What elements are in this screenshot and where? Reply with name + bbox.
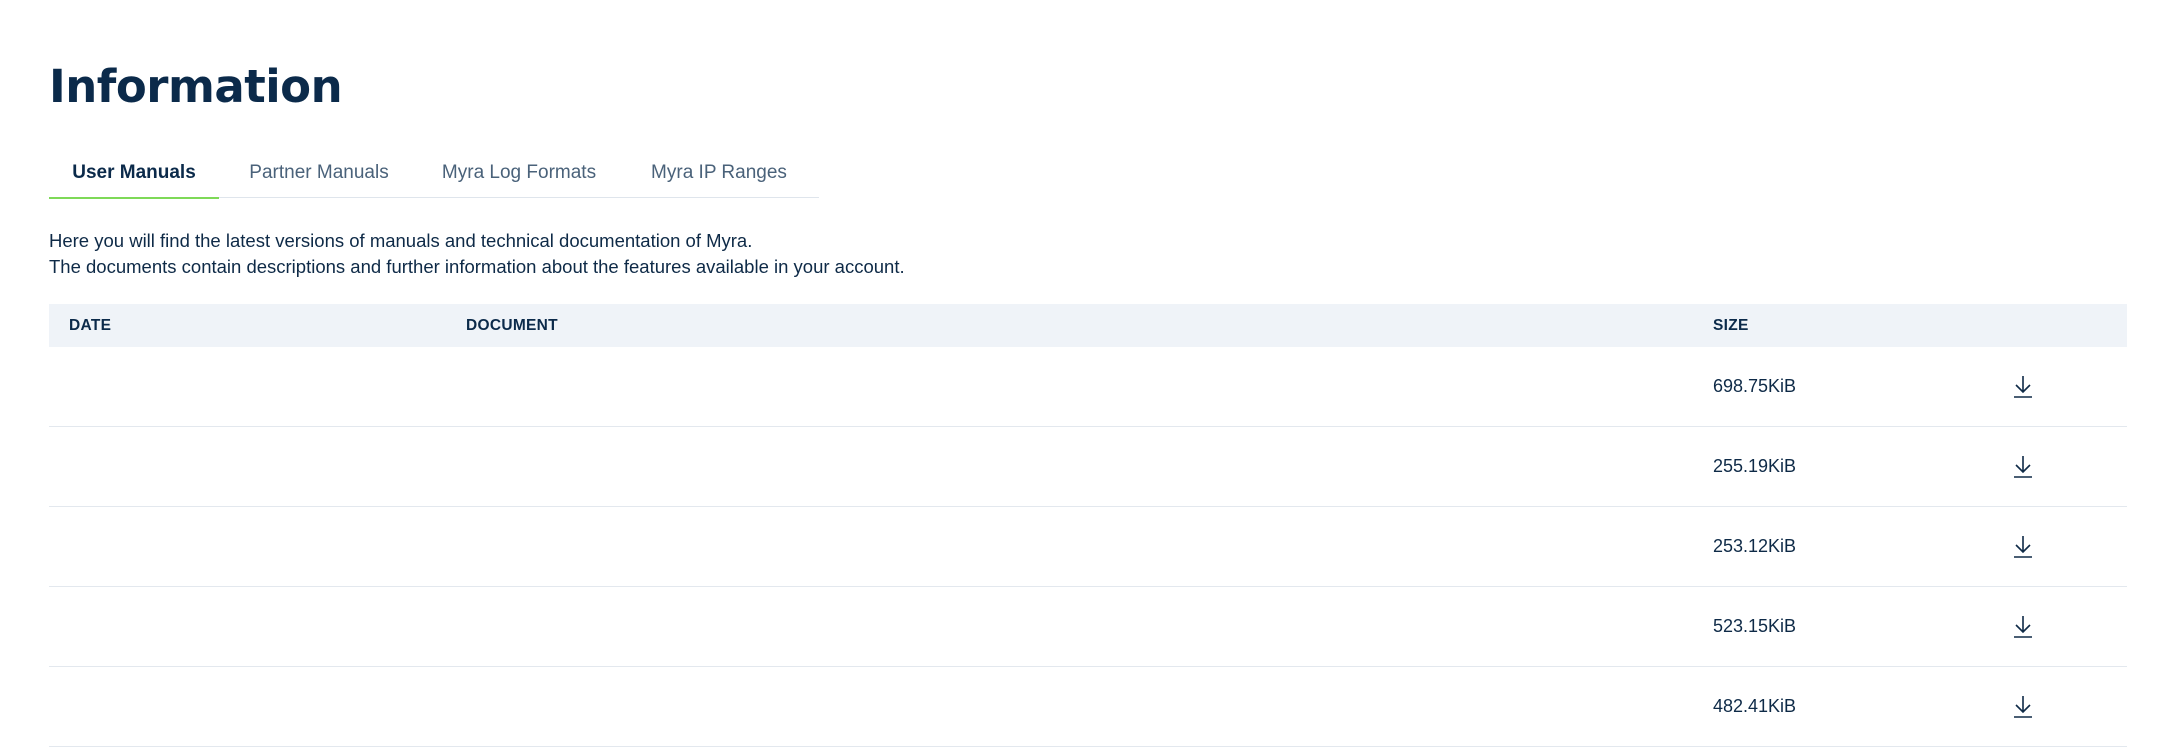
intro-line-1: Here you will find the latest versions o…: [49, 230, 753, 251]
table-row: 523.15KiB: [49, 587, 2127, 667]
download-icon[interactable]: [2009, 533, 2037, 561]
information-page: Information User Manuals Partner Manuals…: [0, 0, 2176, 748]
row-size: 698.75KiB: [1713, 376, 1797, 396]
column-header-size: SIZE: [1713, 316, 1749, 334]
table-row: 253.12KiB: [49, 507, 2127, 587]
download-icon[interactable]: [2009, 693, 2037, 721]
download-icon[interactable]: [2009, 373, 2037, 401]
documents-table: DATE DOCUMENT SIZE 698.75KiB 255.19KiB 2…: [49, 304, 2127, 747]
row-size: 482.41KiB: [1713, 696, 1797, 716]
tab-myra-ip-ranges[interactable]: Myra IP Ranges: [619, 148, 819, 198]
table-row: 255.19KiB: [49, 427, 2127, 507]
row-size: 253.12KiB: [1713, 536, 1797, 556]
tab-myra-log-formats[interactable]: Myra Log Formats: [419, 148, 619, 198]
download-icon[interactable]: [2009, 453, 2037, 481]
column-header-date: DATE: [69, 316, 112, 334]
row-size: 255.19KiB: [1713, 456, 1797, 476]
table-header: DATE DOCUMENT SIZE: [49, 304, 2127, 347]
tab-user-manuals[interactable]: User Manuals: [49, 148, 219, 199]
download-icon[interactable]: [2009, 613, 2037, 641]
tab-partner-manuals[interactable]: Partner Manuals: [219, 148, 419, 198]
table-row: 482.41KiB: [49, 667, 2127, 747]
intro-line-2: The documents contain descriptions and f…: [49, 256, 905, 277]
intro-text: Here you will find the latest versions o…: [49, 228, 905, 280]
table-row: 698.75KiB: [49, 347, 2127, 427]
tab-bar: User Manuals Partner Manuals Myra Log Fo…: [49, 148, 819, 199]
row-size: 523.15KiB: [1713, 616, 1797, 636]
page-title: Information: [49, 60, 343, 113]
column-header-document: DOCUMENT: [466, 316, 558, 334]
